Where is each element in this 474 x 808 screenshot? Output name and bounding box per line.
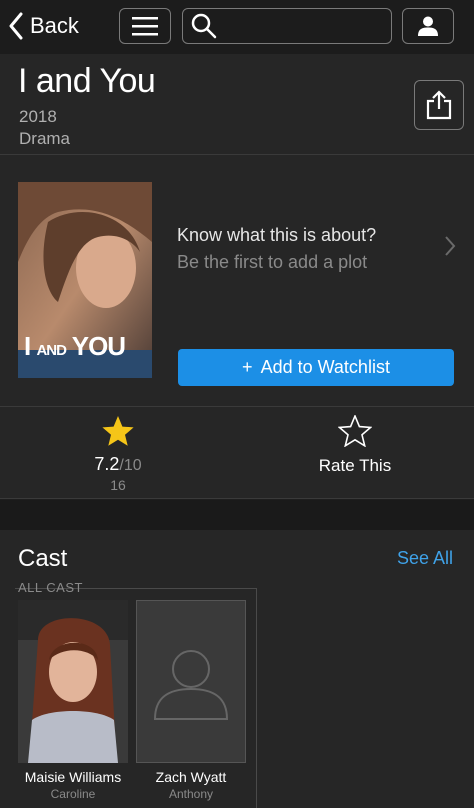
search-input[interactable] [223,17,383,35]
section-divider [0,500,474,530]
actor-photo [18,600,128,763]
search-icon [191,13,217,39]
overview-section: I AND YOU Know what this is about? Be th… [0,155,474,407]
movie-poster[interactable]: I AND YOU [18,182,152,378]
rating-value: 7.2 [94,454,120,474]
cast-member-name: Maisie Williams [24,769,122,785]
ratings-section: 7.2/10 16 Rate This [0,407,474,499]
user-button[interactable] [402,8,454,44]
watchlist-label: Add to Watchlist [260,357,390,377]
see-all-link[interactable]: See All [397,548,453,569]
cast-photo [18,600,128,763]
chevron-left-icon [9,12,23,40]
cast-member-role: Anthony [168,787,214,801]
title-section: I and You 2018 Drama [0,54,474,155]
cast-member-card[interactable]: Zach Wyatt Anthony [136,600,246,801]
star-outline-icon [337,413,373,448]
cast-section: Cast See All ALL CAST Maisie Williams Ca… [0,530,474,808]
user-icon [418,16,438,36]
top-nav-bar: Back [0,0,474,54]
cast-photo-placeholder [136,600,246,763]
search-box[interactable] [182,8,392,44]
imdb-rating: 7.2/10 16 [60,415,176,493]
plot-prompt: Be the first to add a plot [177,252,368,272]
page-title: I and You [18,62,156,100]
cast-member-name: Zach Wyatt [155,769,227,785]
genre-label: Drama [19,129,71,148]
release-year: 2018 [19,107,57,126]
back-button[interactable]: Back [8,10,79,42]
rate-this-label: Rate This [318,456,392,475]
menu-button[interactable] [119,8,171,44]
person-placeholder-icon [153,650,229,720]
star-filled-icon [102,416,134,446]
share-button[interactable] [414,80,464,130]
poster-title: I AND YOU [24,331,126,361]
plus-icon: + [242,357,253,377]
rating-count: 16 [110,477,126,493]
chevron-right-icon [445,236,456,256]
back-label: Back [30,13,79,38]
plot-question: Know what this is about? [177,225,377,245]
all-cast-label: ALL CAST [18,580,83,595]
cast-heading: Cast [18,545,68,572]
add-plot-link[interactable]: Know what this is about? Be the first to… [177,225,457,273]
rating-max: /10 [119,457,142,474]
add-to-watchlist-button[interactable]: + Add to Watchlist [178,349,454,386]
rate-this-button[interactable]: Rate This [300,413,410,476]
hamburger-menu-icon [132,17,158,36]
share-icon [426,90,452,120]
cast-member-role: Caroline [50,787,96,801]
cast-member-card[interactable]: Maisie Williams Caroline [18,600,128,801]
